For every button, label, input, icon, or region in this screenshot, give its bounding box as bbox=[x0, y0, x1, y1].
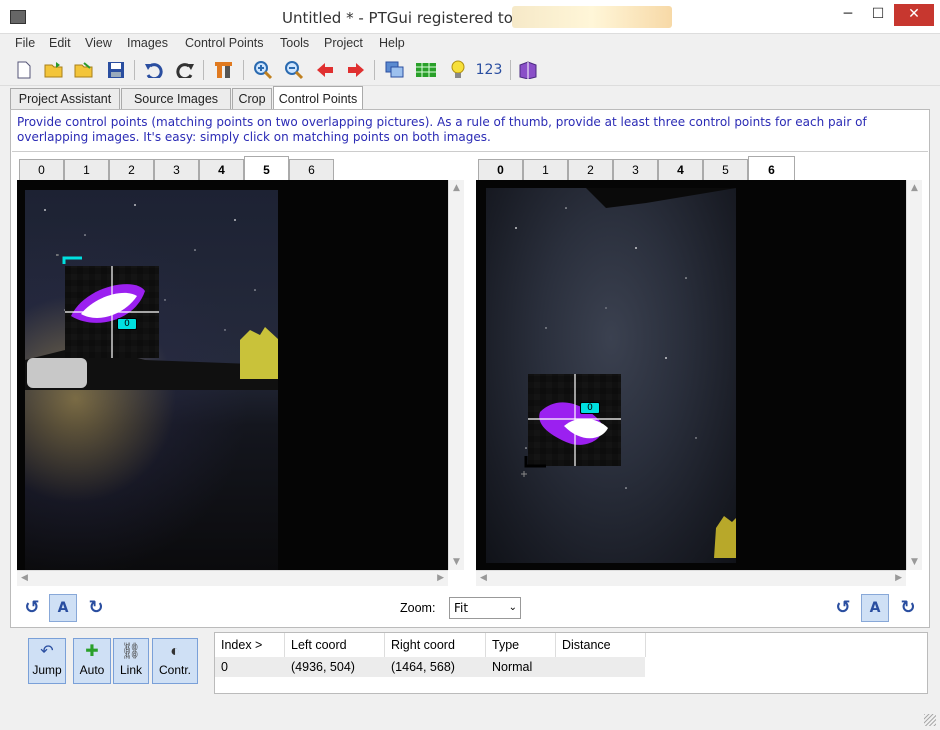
tab-project-assistant[interactable]: Project Assistant bbox=[10, 88, 120, 110]
right-image-tab-1[interactable]: 1 bbox=[523, 159, 568, 180]
column-header-left-coord[interactable]: Left coord bbox=[285, 633, 385, 657]
left-photo bbox=[25, 190, 278, 570]
left-cp-zoom-box[interactable] bbox=[65, 266, 159, 358]
left-horizontal-scrollbar[interactable]: ◀ ▶ bbox=[17, 570, 448, 586]
left-image-viewer[interactable]: 0 bbox=[17, 180, 448, 570]
right-horizontal-scrollbar[interactable]: ◀ ▶ bbox=[476, 570, 906, 586]
menu-edit[interactable]: Edit bbox=[49, 36, 71, 50]
left-image-tab-2[interactable]: 2 bbox=[109, 159, 154, 180]
right-image-tab-6[interactable]: 6 bbox=[748, 156, 795, 180]
right-image-viewer[interactable]: 0 bbox=[476, 180, 906, 570]
window-title: Untitled * - PTGui registered to bbox=[282, 9, 513, 27]
cell-type: Normal bbox=[492, 660, 533, 674]
right-image-tab-0[interactable]: 0 bbox=[478, 159, 523, 180]
left-image-tab-4[interactable]: 4 bbox=[199, 159, 244, 180]
left-vertical-scrollbar[interactable]: ▲ ▼ bbox=[448, 180, 464, 570]
zoom-select[interactable]: Fit ⌄ bbox=[449, 597, 521, 619]
right-cp-marker-icon bbox=[521, 456, 546, 477]
title-bar: Untitled * - PTGui registered to ─ ☐ ✕ bbox=[0, 0, 940, 34]
chevron-down-icon: ⌄ bbox=[508, 602, 517, 613]
left-rotate-cw-icon[interactable]: ↻ bbox=[84, 596, 108, 620]
left-image-tab-1[interactable]: 1 bbox=[64, 159, 109, 180]
app-icon bbox=[10, 10, 26, 24]
column-header-distance[interactable]: Distance bbox=[556, 633, 646, 657]
menu-images[interactable]: Images bbox=[127, 36, 168, 50]
zoom-out-icon[interactable] bbox=[282, 58, 306, 82]
right-image-tab-3[interactable]: 3 bbox=[613, 159, 658, 180]
new-icon[interactable] bbox=[12, 58, 36, 82]
left-cp-marker-icon bbox=[56, 254, 82, 264]
right-image-tab-2[interactable]: 2 bbox=[568, 159, 613, 180]
tab-source-images[interactable]: Source Images bbox=[121, 88, 231, 110]
open-recent-icon[interactable] bbox=[72, 58, 96, 82]
left-auto-align-button[interactable]: A bbox=[49, 594, 77, 622]
panorama-editor-icon[interactable] bbox=[383, 58, 407, 82]
menu-file[interactable]: File bbox=[15, 36, 35, 50]
tab-crop[interactable]: Crop bbox=[232, 88, 272, 110]
right-rotate-cw-icon[interactable]: ↻ bbox=[896, 596, 920, 620]
left-image-tab-3[interactable]: 3 bbox=[154, 159, 199, 180]
menu-help[interactable]: Help bbox=[379, 36, 405, 50]
open-icon[interactable] bbox=[42, 58, 66, 82]
close-button[interactable]: ✕ bbox=[894, 4, 934, 26]
zoom-in-icon[interactable] bbox=[251, 58, 275, 82]
link-icon: ⛓ bbox=[120, 643, 142, 660]
left-image-tab-5[interactable]: 5 bbox=[244, 156, 289, 180]
status-bar bbox=[0, 702, 940, 730]
auto-icon: ✚ bbox=[85, 643, 99, 660]
toolbar: 123 bbox=[0, 54, 940, 86]
control-points-table: Index > Left coord Right coord Type Dist… bbox=[214, 632, 928, 694]
numbering-icon[interactable]: 123 bbox=[474, 58, 504, 82]
left-cp-label[interactable]: 0 bbox=[117, 318, 137, 330]
menu-tools[interactable]: Tools bbox=[280, 36, 309, 50]
auto-button[interactable]: ✚ Auto bbox=[73, 638, 111, 684]
right-cp-zoom-box[interactable] bbox=[528, 374, 621, 466]
maximize-button[interactable]: ☐ bbox=[864, 4, 892, 26]
cell-right-coord: (1464, 568) bbox=[391, 660, 455, 674]
menu-bar: File Edit View Images Control Points Too… bbox=[0, 34, 940, 54]
right-cp-label[interactable]: 0 bbox=[580, 402, 600, 414]
right-vertical-scrollbar[interactable]: ▲ ▼ bbox=[906, 180, 922, 570]
right-image-tab-4[interactable]: 4 bbox=[658, 159, 703, 180]
left-image-tab-6[interactable]: 6 bbox=[289, 159, 334, 180]
resize-grip-icon[interactable] bbox=[924, 714, 936, 726]
column-header-right-coord[interactable]: Right coord bbox=[385, 633, 486, 657]
contrast-icon: ◐ bbox=[170, 643, 180, 660]
menu-project[interactable]: Project bbox=[324, 36, 363, 50]
lightbulb-icon[interactable] bbox=[446, 58, 470, 82]
tools-icon[interactable] bbox=[212, 58, 236, 82]
arrow-left-icon[interactable] bbox=[313, 58, 337, 82]
left-rotate-ccw-icon[interactable]: ↺ bbox=[20, 596, 44, 620]
column-header-index[interactable]: Index > bbox=[215, 633, 285, 657]
cell-distance bbox=[556, 657, 562, 677]
left-image-tab-0[interactable]: 0 bbox=[19, 159, 64, 180]
minimize-button[interactable]: ─ bbox=[834, 4, 862, 26]
menu-view[interactable]: View bbox=[85, 36, 112, 50]
column-header-type[interactable]: Type bbox=[486, 633, 556, 657]
instructions-text: Provide control points (matching points … bbox=[17, 115, 867, 144]
redacted-registration bbox=[512, 6, 672, 28]
tab-control-points[interactable]: Control Points bbox=[273, 86, 363, 110]
zoom-label: Zoom: bbox=[400, 601, 436, 615]
help-book-icon[interactable] bbox=[516, 58, 540, 82]
save-icon[interactable] bbox=[104, 58, 128, 82]
zoom-value: Fit bbox=[454, 601, 469, 615]
jump-button[interactable]: ↶ Jump bbox=[28, 638, 66, 684]
link-button[interactable]: ⛓ Link bbox=[113, 638, 149, 684]
cell-left-coord: (4936, 504) bbox=[291, 660, 355, 674]
right-auto-align-button[interactable]: A bbox=[861, 594, 889, 622]
menu-control-points[interactable]: Control Points bbox=[185, 36, 264, 50]
undo-icon[interactable] bbox=[142, 58, 166, 82]
cell-index: 0 bbox=[221, 660, 228, 674]
arrow-right-icon[interactable] bbox=[344, 58, 368, 82]
right-image-tab-5[interactable]: 5 bbox=[703, 159, 748, 180]
redo-icon[interactable] bbox=[173, 58, 197, 82]
right-rotate-ccw-icon[interactable]: ↺ bbox=[831, 596, 855, 620]
contrast-button[interactable]: ◐ Contr. bbox=[152, 638, 198, 684]
jump-icon: ↶ bbox=[40, 643, 54, 660]
table-icon[interactable] bbox=[414, 58, 438, 82]
